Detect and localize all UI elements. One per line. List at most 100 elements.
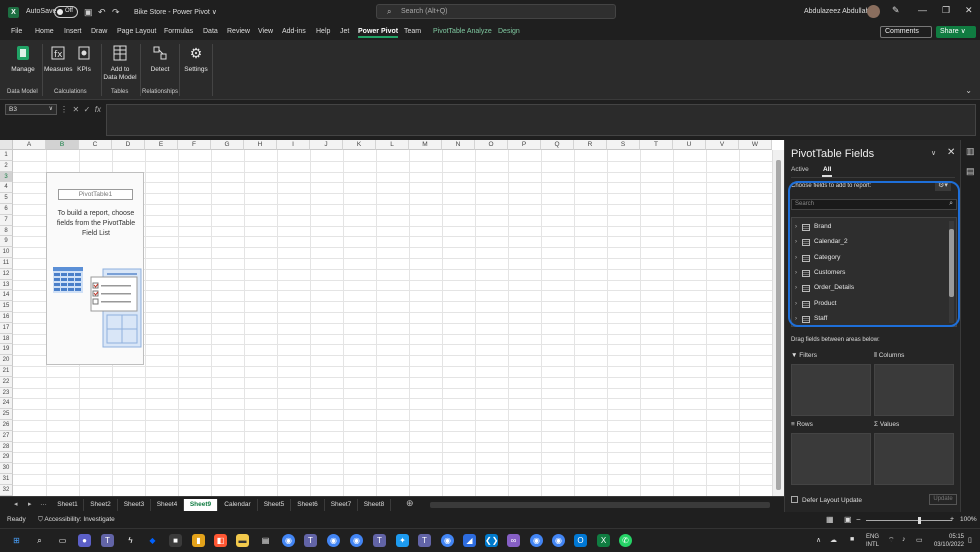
add-sheet-icon[interactable]: ⊕: [406, 498, 414, 509]
tab-page-layout[interactable]: Page Layout: [117, 28, 156, 35]
rows-dropzone[interactable]: [791, 433, 871, 485]
columns-dropzone[interactable]: [874, 364, 954, 416]
app-icon[interactable]: ◢: [463, 534, 476, 547]
row-header[interactable]: 21: [0, 366, 13, 377]
teams-icon[interactable]: T: [373, 534, 386, 547]
zoom-level[interactable]: 100%: [960, 516, 977, 523]
chrome-icon[interactable]: ◉: [282, 534, 295, 547]
tab-design[interactable]: Design: [498, 28, 520, 35]
volume-icon[interactable]: ♪: [902, 536, 906, 543]
column-header[interactable]: C: [79, 140, 112, 150]
column-header[interactable]: V: [706, 140, 739, 150]
tab-team[interactable]: Team: [404, 28, 421, 35]
undo-icon[interactable]: ↶: [98, 7, 106, 18]
tab-formulas[interactable]: Formulas: [164, 28, 193, 35]
column-header[interactable]: P: [508, 140, 541, 150]
sheet-tab-sheet2[interactable]: Sheet2: [84, 499, 118, 511]
row-header[interactable]: 24: [0, 398, 13, 410]
file-explorer-icon[interactable]: ▬: [236, 534, 249, 547]
teams-icon[interactable]: T: [101, 534, 114, 547]
row-header[interactable]: 29: [0, 452, 13, 464]
kpis-button[interactable]: KPIs: [74, 44, 94, 74]
cloud-icon[interactable]: ☁: [830, 536, 837, 544]
row-header[interactable]: 13: [0, 279, 13, 291]
notifications-icon[interactable]: ▯: [968, 536, 972, 544]
settings-button[interactable]: ⚙ Settings: [182, 44, 210, 74]
pivottable-placeholder[interactable]: PivotTable1 To build a report, choose fi…: [46, 172, 144, 365]
wifi-icon[interactable]: ⌔: [888, 536, 895, 545]
filters-dropzone[interactable]: [791, 364, 871, 416]
columns-area[interactable]: ⦀ Columns: [874, 352, 954, 420]
tab-power-pivot[interactable]: Power Pivot: [358, 28, 399, 38]
tab-draw[interactable]: Draw: [91, 28, 107, 35]
row-header[interactable]: 18: [0, 333, 13, 345]
notes-icon[interactable]: ▮: [192, 534, 205, 547]
select-all-corner[interactable]: [0, 140, 13, 150]
insert-function-icon[interactable]: fx: [95, 105, 101, 114]
defer-layout-update[interactable]: Defer Layout Update: [791, 496, 862, 504]
row-header[interactable]: 4: [0, 182, 13, 194]
chrome-icon[interactable]: ◉: [552, 534, 565, 547]
visual-studio-icon[interactable]: ∞: [507, 534, 520, 547]
tab-data[interactable]: Data: [203, 28, 218, 35]
row-header[interactable]: 26: [0, 420, 13, 431]
update-button[interactable]: Update: [929, 494, 957, 505]
row-header[interactable]: 1: [0, 150, 13, 161]
sheet-tab-sheet9[interactable]: Sheet9: [184, 499, 218, 511]
row-header[interactable]: 30: [0, 463, 13, 474]
column-header[interactable]: F: [178, 140, 211, 150]
formula-input[interactable]: [106, 104, 976, 136]
column-header[interactable]: H: [244, 140, 277, 150]
column-header[interactable]: B: [46, 140, 79, 150]
column-header[interactable]: K: [343, 140, 376, 150]
save-icon[interactable]: ▣: [84, 7, 93, 18]
row-header[interactable]: 2: [0, 160, 13, 172]
tab-add-ins[interactable]: Add-ins: [282, 28, 306, 35]
column-header[interactable]: T: [640, 140, 673, 150]
tab-jet[interactable]: Jet: [340, 28, 349, 35]
chrome-icon[interactable]: ◉: [441, 534, 454, 547]
zoom-out-icon[interactable]: −: [856, 515, 861, 524]
row-header[interactable]: 25: [0, 409, 13, 420]
chrome-icon[interactable]: ◉: [327, 534, 340, 547]
chevron-down-icon[interactable]: ∨: [49, 105, 53, 114]
prev-sheet-icon[interactable]: ◂: [14, 500, 18, 508]
column-header[interactable]: Q: [541, 140, 574, 150]
office-icon[interactable]: ◧: [214, 534, 227, 547]
page-layout-view-icon[interactable]: ▣: [844, 515, 852, 524]
restore-icon[interactable]: ❐: [942, 5, 950, 16]
autosave-toggle[interactable]: Off: [54, 6, 78, 18]
document-icon[interactable]: ▤: [966, 166, 975, 177]
column-header[interactable]: I: [277, 140, 310, 150]
app-icon[interactable]: ■: [169, 534, 182, 547]
row-header[interactable]: 28: [0, 441, 13, 453]
windows-start-icon[interactable]: ⊞: [10, 534, 23, 547]
chrome-icon[interactable]: ◉: [350, 534, 363, 547]
sheet-tab-sheet4[interactable]: Sheet4: [151, 499, 184, 511]
row-header[interactable]: 27: [0, 430, 13, 442]
row-header[interactable]: 22: [0, 376, 13, 388]
zoom-in-icon[interactable]: +: [950, 516, 954, 523]
row-header[interactable]: 3: [0, 171, 13, 183]
vscode-icon[interactable]: ❮❯: [485, 534, 498, 547]
clock[interactable]: 05:15 03/10/2022: [930, 533, 964, 549]
search-box[interactable]: ⌕ Search (Alt+Q): [376, 4, 616, 19]
next-sheet-icon[interactable]: ▸: [28, 500, 32, 508]
sheet-tab-sheet5[interactable]: Sheet5: [258, 499, 291, 511]
collapse-ribbon-icon[interactable]: ⌄: [965, 86, 972, 95]
row-header[interactable]: 7: [0, 214, 13, 226]
tray-chevron-icon[interactable]: ∧: [816, 536, 821, 544]
row-header[interactable]: 6: [0, 204, 13, 215]
normal-view-icon[interactable]: ▦: [826, 515, 834, 524]
close-window-icon[interactable]: ✕: [965, 5, 973, 16]
column-header[interactable]: M: [409, 140, 442, 150]
sheet-tab-sheet3[interactable]: Sheet3: [118, 499, 151, 511]
battery-icon[interactable]: ▭: [916, 536, 923, 544]
tray-app-icon[interactable]: ■: [850, 536, 854, 543]
zoom-slider[interactable]: [866, 520, 952, 521]
tab-insert[interactable]: Insert: [64, 28, 82, 35]
row-header[interactable]: 12: [0, 268, 13, 280]
language-indicator[interactable]: ENG INTL: [866, 533, 879, 549]
tab-view[interactable]: View: [258, 28, 273, 35]
filters-area[interactable]: ▼ Filters: [791, 352, 871, 420]
